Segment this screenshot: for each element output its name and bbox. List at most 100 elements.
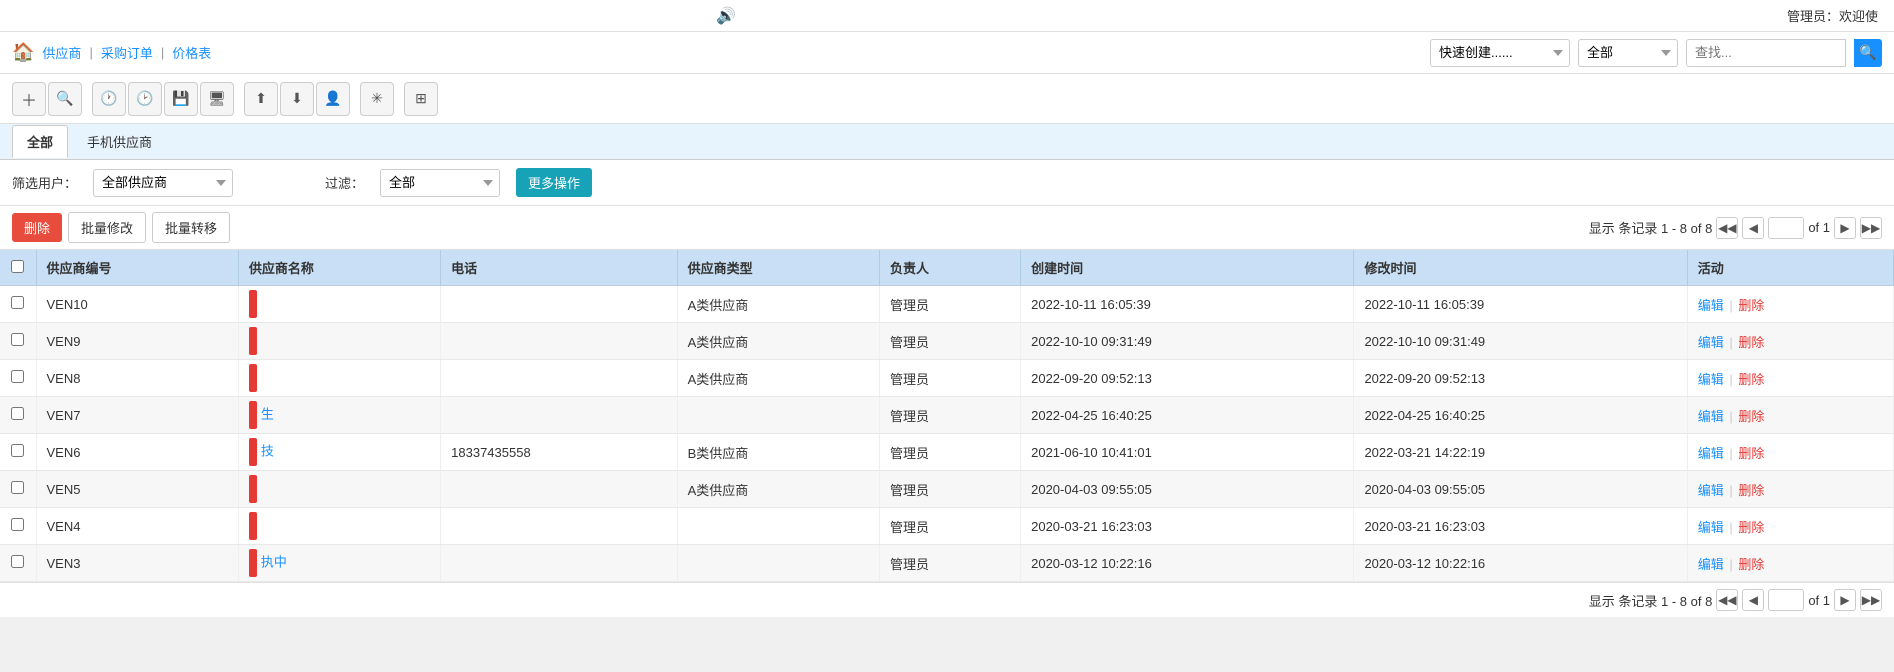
edit-link[interactable]: 编辑 [1698, 409, 1724, 424]
delete-link[interactable]: 删除 [1738, 483, 1764, 498]
last-page-btn-bottom[interactable]: ▶▶ [1860, 589, 1882, 611]
delete-link[interactable]: 删除 [1738, 446, 1764, 461]
next-page-btn-bottom[interactable]: ▶ [1834, 589, 1856, 611]
user-icon[interactable]: 👤 [316, 82, 350, 116]
toolbar-group-3: ⬆ ⬇ 👤 [244, 82, 350, 116]
row-phone [441, 323, 677, 360]
table-row: VEN4管理员2020-03-21 16:23:032020-03-21 16:… [0, 508, 1894, 545]
nav-search-input[interactable] [1686, 39, 1846, 67]
nav-link-price[interactable]: 价格表 [172, 43, 211, 62]
page-input-top[interactable]: 1 [1768, 217, 1804, 239]
row-owner: 管理员 [879, 471, 1020, 508]
prev-page-btn-bottom[interactable]: ◀ [1742, 589, 1764, 611]
delete-link[interactable]: 删除 [1738, 557, 1764, 572]
home-icon[interactable]: 🏠 [12, 42, 34, 63]
row-name: 技 [238, 434, 440, 471]
row-owner: 管理员 [879, 545, 1020, 582]
edit-link[interactable]: 编辑 [1698, 483, 1724, 498]
edit-link[interactable]: 编辑 [1698, 520, 1724, 535]
next-page-btn-top[interactable]: ▶ [1834, 217, 1856, 239]
row-create-time: 2021-06-10 10:41:01 [1021, 434, 1354, 471]
speaker-icon: 🔊 [716, 6, 736, 26]
edit-link[interactable]: 编辑 [1698, 372, 1724, 387]
row-checkbox[interactable] [11, 333, 24, 346]
row-owner: 管理员 [879, 397, 1020, 434]
tab-all[interactable]: 全部 [12, 125, 68, 158]
row-name-link[interactable]: 执中 [261, 554, 287, 569]
nav-filter-select[interactable]: 全部 [1578, 39, 1678, 67]
row-actions: 编辑 | 删除 [1687, 397, 1893, 434]
admin-text: 管理员：欢迎使 [1787, 6, 1878, 25]
user-filter-select[interactable]: 全部供应商 [93, 169, 233, 197]
first-page-btn-top[interactable]: ◀◀ [1716, 217, 1738, 239]
user-filter-label: 筛选用户： [12, 173, 77, 192]
row-checkbox[interactable] [11, 518, 24, 531]
pagination-info-top: 显示 条记录 1 - 8 of 8 ◀◀ ◀ 1 of 1 ▶ ▶▶ [1589, 217, 1882, 239]
clock-icon[interactable]: 🕐 [92, 82, 126, 116]
edit-link[interactable]: 编辑 [1698, 335, 1724, 350]
row-owner: 管理员 [879, 323, 1020, 360]
red-bar-icon [249, 364, 257, 392]
row-phone [441, 397, 677, 434]
table-row: VEN10A类供应商管理员2022-10-11 16:05:392022-10-… [0, 286, 1894, 323]
row-checkbox[interactable] [11, 407, 24, 420]
edit-link[interactable]: 编辑 [1698, 446, 1724, 461]
row-checkbox[interactable] [11, 481, 24, 494]
row-name-link[interactable]: 技 [261, 443, 274, 458]
monitor-icon[interactable]: 🖥 [200, 82, 234, 116]
row-create-time: 2022-09-20 09:52:13 [1021, 360, 1354, 397]
row-checkbox[interactable] [11, 444, 24, 457]
delete-link[interactable]: 删除 [1738, 409, 1764, 424]
settings-icon[interactable]: ✳ [360, 82, 394, 116]
export-icon[interactable]: ⬆ [244, 82, 278, 116]
first-page-btn-bottom[interactable]: ◀◀ [1716, 589, 1738, 611]
batch-edit-button[interactable]: 批量修改 [68, 212, 146, 243]
last-page-btn-top[interactable]: ▶▶ [1860, 217, 1882, 239]
row-checkbox[interactable] [11, 370, 24, 383]
row-phone [441, 545, 677, 582]
page-input-bottom[interactable]: 1 [1768, 589, 1804, 611]
row-actions: 编辑 | 删除 [1687, 434, 1893, 471]
delete-link[interactable]: 删除 [1738, 335, 1764, 350]
row-checkbox[interactable] [11, 296, 24, 309]
row-owner: 管理员 [879, 508, 1020, 545]
search-icon[interactable]: 🔍 [48, 82, 82, 116]
nav-search-button[interactable]: 🔍 [1854, 39, 1882, 67]
edit-link[interactable]: 编辑 [1698, 298, 1724, 313]
delete-link[interactable]: 删除 [1738, 372, 1764, 387]
row-id: VEN5 [36, 471, 238, 508]
row-id: VEN3 [36, 545, 238, 582]
row-type: A类供应商 [677, 286, 879, 323]
filter-dropdown[interactable]: 全部 [380, 169, 500, 197]
table-row: VEN5A类供应商管理员2020-04-03 09:55:052020-04-0… [0, 471, 1894, 508]
th-create-time: 创建时间 [1021, 250, 1354, 286]
delete-link[interactable]: 删除 [1738, 298, 1764, 313]
tab-mobile[interactable]: 手机供应商 [72, 125, 167, 158]
table-header-row: 供应商编号 供应商名称 电话 供应商类型 负责人 创建时间 修改时间 活动 [0, 250, 1894, 286]
prev-page-btn-top[interactable]: ◀ [1742, 217, 1764, 239]
row-id: VEN8 [36, 360, 238, 397]
add-icon[interactable]: ＋ [12, 82, 46, 116]
row-id: VEN6 [36, 434, 238, 471]
action-separator: | [1726, 335, 1737, 350]
save-icon[interactable]: 💾 [164, 82, 198, 116]
action-separator: | [1726, 372, 1737, 387]
row-id: VEN7 [36, 397, 238, 434]
row-update-time: 2022-03-21 14:22:19 [1354, 434, 1687, 471]
nav-link-supplier[interactable]: 供应商 [42, 43, 81, 62]
select-all-checkbox[interactable] [11, 260, 24, 273]
delete-button[interactable]: 删除 [12, 213, 62, 242]
history-icon[interactable]: 🕑 [128, 82, 162, 116]
nav-link-purchase[interactable]: 采购订单 [101, 43, 153, 62]
row-phone [441, 360, 677, 397]
pagination-text-bottom: 显示 条记录 1 - 8 of 8 [1589, 591, 1713, 610]
row-name-link[interactable]: 生 [261, 406, 274, 421]
import-icon[interactable]: ⬇ [280, 82, 314, 116]
grid-icon[interactable]: ⊞ [404, 82, 438, 116]
row-checkbox[interactable] [11, 555, 24, 568]
quick-create-select[interactable]: 快速创建...... [1430, 39, 1570, 67]
delete-link[interactable]: 删除 [1738, 520, 1764, 535]
more-actions-button[interactable]: 更多操作 [516, 168, 592, 197]
batch-transfer-button[interactable]: 批量转移 [152, 212, 230, 243]
edit-link[interactable]: 编辑 [1698, 557, 1724, 572]
